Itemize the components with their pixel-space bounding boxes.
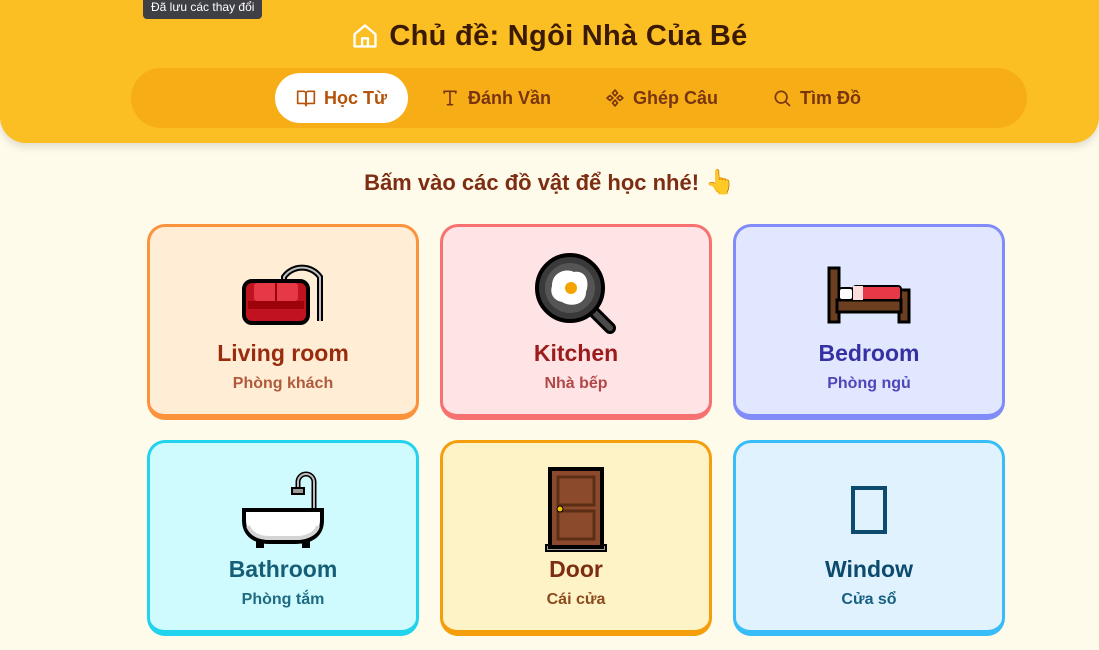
card-subtitle: Phòng ngủ [827,375,911,392]
window-icon [824,465,914,555]
instruction-label: Bấm vào các đồ vật để học nhé! [364,170,700,195]
tab-label: Đánh Vần [468,87,552,108]
tab-bar: Học Từ Đánh Vần Ghép Câu Tìm Đồ [131,68,1027,128]
card-title: Bedroom [818,340,920,366]
door-icon [531,465,621,555]
text-icon [443,90,457,106]
tab-ghep-cau[interactable]: Ghép Câu [583,73,740,123]
tab-label: Ghép Câu [633,87,719,108]
card-subtitle: Phòng khách [232,375,334,392]
card-subtitle: Phòng tắm [241,591,325,608]
card-title: Door [549,556,603,582]
card-door[interactable]: Door Cái cửa [440,440,712,636]
saved-toast: Đã lưu các thay đổi [143,0,263,19]
pointing-hand-icon: 👆 [705,169,735,196]
card-living-room[interactable]: Living room Phòng khách [147,224,419,420]
tab-danh-van[interactable]: Đánh Vần [418,73,573,123]
card-title: Bathroom [228,556,338,582]
search-icon [774,90,791,107]
card-window[interactable]: Window Cửa sổ [733,440,1005,636]
tab-hoc-tu[interactable]: Học Từ [274,73,408,123]
puzzle-icon [606,89,624,107]
card-bathroom[interactable]: Bathroom Phòng tắm [147,440,419,636]
instruction-text: Bấm vào các đồ vật để học nhé! 👆 [0,168,1099,197]
card-title: Living room [217,340,349,366]
card-title: Kitchen [533,340,619,366]
page-title: Chủ đề: Ngôi Nhà Của Bé [389,19,748,52]
card-title: Window [825,556,913,582]
card-subtitle: Cửa sổ [841,591,897,608]
couch-icon [238,249,328,339]
card-kitchen[interactable]: Kitchen Nhà bếp [440,224,712,420]
card-subtitle: Nhà bếp [544,375,608,392]
card-subtitle: Cái cửa [546,591,606,608]
frying-pan-icon [531,249,621,339]
home-icon [353,24,378,48]
tab-tim-do[interactable]: Tìm Đồ [750,73,883,123]
tab-label: Học Từ [323,87,387,108]
header: Chủ đề: Ngôi Nhà Của Bé Học Từ Đánh Vần [0,0,1099,143]
card-bedroom[interactable]: Bedroom Phòng ngủ [733,224,1005,420]
book-icon [296,90,316,107]
page-title-row: Chủ đề: Ngôi Nhà Của Bé [0,16,1099,56]
bathtub-icon [238,465,328,555]
bed-icon [824,249,914,339]
tab-label: Tìm Đồ [800,87,862,108]
